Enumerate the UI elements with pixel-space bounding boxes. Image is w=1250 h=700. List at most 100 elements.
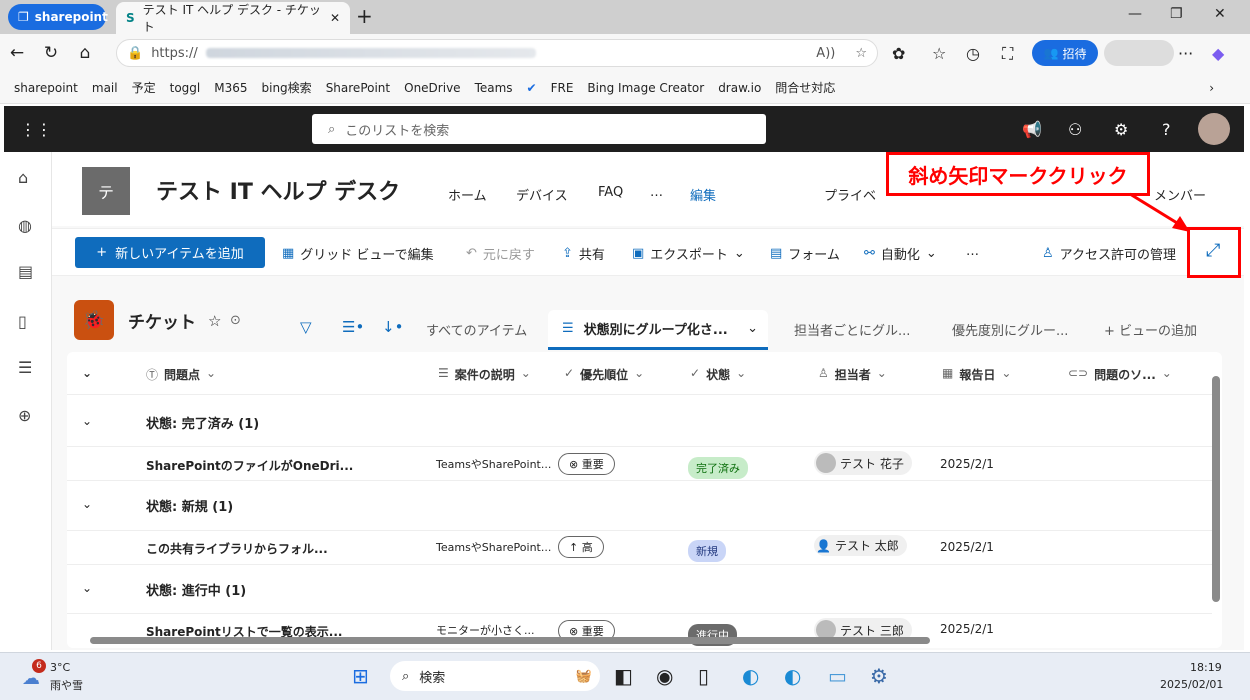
group-collapse-icon[interactable]: ⌄ — [82, 581, 92, 595]
read-aloud-icon[interactable]: A)) — [816, 46, 835, 61]
nav-more[interactable]: … — [650, 185, 663, 200]
close-window-button[interactable]: ✕ — [1214, 6, 1226, 22]
bookmark[interactable]: Bing Image Creator — [587, 81, 704, 95]
undo-button[interactable]: ↶ 元に戻す — [466, 244, 535, 263]
bookmark[interactable]: draw.io — [718, 81, 761, 95]
chevron-down-icon[interactable]: ⌄ — [747, 321, 758, 336]
invite-button[interactable]: 👥 招待 — [1032, 40, 1098, 66]
bookmark[interactable]: SharePoint — [326, 81, 390, 95]
column-header-date[interactable]: ▦ 報告日 ⌄ — [942, 366, 1011, 383]
connections-icon[interactable]: ⚇ — [1068, 120, 1082, 139]
add-view-button[interactable]: + ビューの追加 — [1104, 320, 1197, 339]
assignee[interactable]: 👤 テスト 太郎 — [814, 535, 907, 556]
app-icon-obs[interactable]: ◉ — [656, 664, 673, 688]
list-search-input[interactable]: ⌕ このリストを検索 — [312, 114, 766, 144]
clock-date[interactable]: 2025/02/01 — [1160, 678, 1223, 691]
file-icon[interactable]: ▯ — [18, 312, 27, 331]
settings-icon[interactable]: ⚙ — [1114, 120, 1128, 139]
item-title[interactable]: SharePointのファイルがOneDri... — [146, 457, 353, 474]
chevron-right-icon[interactable]: › — [1209, 81, 1214, 95]
app-launcher-icon[interactable]: ⋮⋮ — [20, 120, 52, 139]
app-icon-edge[interactable]: ◐ — [742, 664, 759, 688]
column-header-priority[interactable]: ✓ 優先順位 ⌄ — [564, 366, 644, 383]
form-button[interactable]: ▤ フォーム — [770, 244, 840, 263]
more-icon[interactable]: ··· — [1178, 44, 1193, 63]
favorite-star-icon[interactable]: ☆ — [855, 46, 867, 61]
news-icon[interactable]: ▤ — [18, 262, 33, 281]
help-icon[interactable]: ? — [1162, 120, 1171, 139]
view-by-priority[interactable]: 優先度別にグルー... — [952, 320, 1068, 339]
vertical-scrollbar[interactable] — [1212, 376, 1220, 602]
list-icon[interactable]: ☰ — [18, 358, 32, 377]
home-icon[interactable]: ⌂ — [18, 168, 28, 187]
add-icon[interactable]: ⊕ — [18, 406, 31, 425]
bookmark[interactable]: 問合せ対応 — [775, 79, 835, 96]
app-icon-settings[interactable]: ⚙ — [870, 664, 888, 688]
nav-home[interactable]: ホーム — [448, 185, 487, 204]
profile-button[interactable]: ❐ sharepoint — [8, 4, 108, 30]
new-tab-button[interactable]: + — [356, 4, 373, 28]
minimize-button[interactable]: — — [1128, 6, 1142, 22]
favorite-star-icon[interactable]: ☆ — [208, 312, 221, 330]
collapse-all-icon[interactable]: ⌄ — [82, 366, 92, 380]
globe-icon[interactable]: ◍ — [18, 216, 32, 235]
column-header-description[interactable]: ☰ 案件の説明 ⌄ — [438, 366, 531, 383]
app-icon-edge-active[interactable]: ◐ — [784, 664, 801, 688]
history-icon[interactable]: ◷ — [966, 44, 980, 63]
assignee[interactable]: テスト 花子 — [814, 451, 912, 475]
todo-bookmark-icon[interactable]: ✔ — [527, 81, 537, 95]
add-item-button[interactable]: + 新しいアイテムを追加 — [75, 237, 265, 268]
nav-faq[interactable]: FAQ — [598, 185, 623, 200]
manage-access-button[interactable]: ♙ アクセス許可の管理 — [1042, 244, 1176, 263]
group-collapse-icon[interactable]: ⌄ — [82, 414, 92, 428]
column-header-status[interactable]: ✓ 状態 ⌄ — [690, 366, 746, 383]
bookmark[interactable]: Teams — [475, 81, 513, 95]
nav-private[interactable]: プライベ — [824, 185, 876, 204]
avatar[interactable] — [1198, 113, 1230, 145]
app-icon-notepad[interactable]: ▯ — [698, 664, 709, 688]
item-title[interactable]: この共有ライブラリからフォル... — [146, 540, 328, 557]
follow-check-icon[interactable]: ⊙ — [230, 313, 241, 328]
browser-tab[interactable]: S テスト IT ヘルプ デスク - チケット ✕ — [116, 2, 350, 34]
favorites-icon[interactable]: ☆ — [932, 44, 946, 63]
group-by-icon[interactable]: ☰• — [342, 318, 364, 336]
automate-button[interactable]: ⚯ 自動化 ⌄ — [864, 244, 937, 263]
copilot-icon[interactable]: ◆ — [1212, 44, 1224, 63]
share-button[interactable]: ⇪ 共有 — [562, 244, 605, 263]
column-header-assignee[interactable]: ♙ 担当者 ⌄ — [818, 366, 887, 383]
view-by-assignee[interactable]: 担当者ごとにグル... — [794, 320, 910, 339]
close-tab-icon[interactable]: ✕ — [330, 11, 340, 25]
bookmark[interactable]: 予定 — [132, 79, 156, 96]
back-icon[interactable]: ← — [0, 43, 34, 63]
export-button[interactable]: ▣ エクスポート ⌄ — [632, 244, 745, 263]
refresh-icon[interactable]: ↻ — [34, 43, 68, 63]
account-button[interactable] — [1104, 40, 1174, 66]
clock-time[interactable]: 18:19 — [1190, 661, 1222, 674]
megaphone-icon[interactable]: 📢 — [1022, 120, 1042, 139]
sort-icon[interactable]: ↓• — [382, 318, 403, 336]
bookmark[interactable]: toggl — [170, 81, 201, 95]
column-header-source[interactable]: ⊂⊃ 問題のソ... ⌄ — [1068, 366, 1172, 383]
home-icon[interactable]: ⌂ — [68, 43, 102, 63]
screenshot-icon[interactable]: ⛶ — [1002, 44, 1013, 64]
horizontal-scrollbar[interactable] — [90, 637, 930, 644]
view-all-items[interactable]: すべてのアイテム — [426, 320, 527, 339]
bookmark[interactable]: OneDrive — [404, 81, 460, 95]
taskbar-search[interactable]: ⌕ 検索 🧺 — [390, 661, 600, 691]
bookmark[interactable]: FRE — [551, 81, 574, 95]
bookmark[interactable]: mail — [92, 81, 118, 95]
bookmark[interactable]: M365 — [214, 81, 247, 95]
column-header-title[interactable]: Ⓣ 問題点 ⌄ — [146, 366, 216, 383]
view-by-status-active[interactable]: ☰ 状態別にグループ化さ... ⌄ — [548, 310, 768, 350]
restore-button[interactable]: ❐ — [1170, 6, 1183, 22]
bookmark[interactable]: sharepoint — [14, 81, 78, 95]
nav-edit[interactable]: 編集 — [690, 185, 716, 204]
bookmark[interactable]: bing検索 — [262, 79, 312, 96]
group-collapse-icon[interactable]: ⌄ — [82, 497, 92, 511]
app-icon-monitor[interactable]: ▭ — [828, 664, 847, 688]
filter-icon[interactable]: ▽ — [300, 318, 312, 336]
more-commands-button[interactable]: … — [966, 244, 979, 259]
nav-devices[interactable]: デバイス — [516, 185, 568, 204]
windows-start-icon[interactable]: ⊞ — [352, 664, 369, 688]
address-bar[interactable]: 🔒 https://A)) ☆ — [116, 39, 878, 67]
